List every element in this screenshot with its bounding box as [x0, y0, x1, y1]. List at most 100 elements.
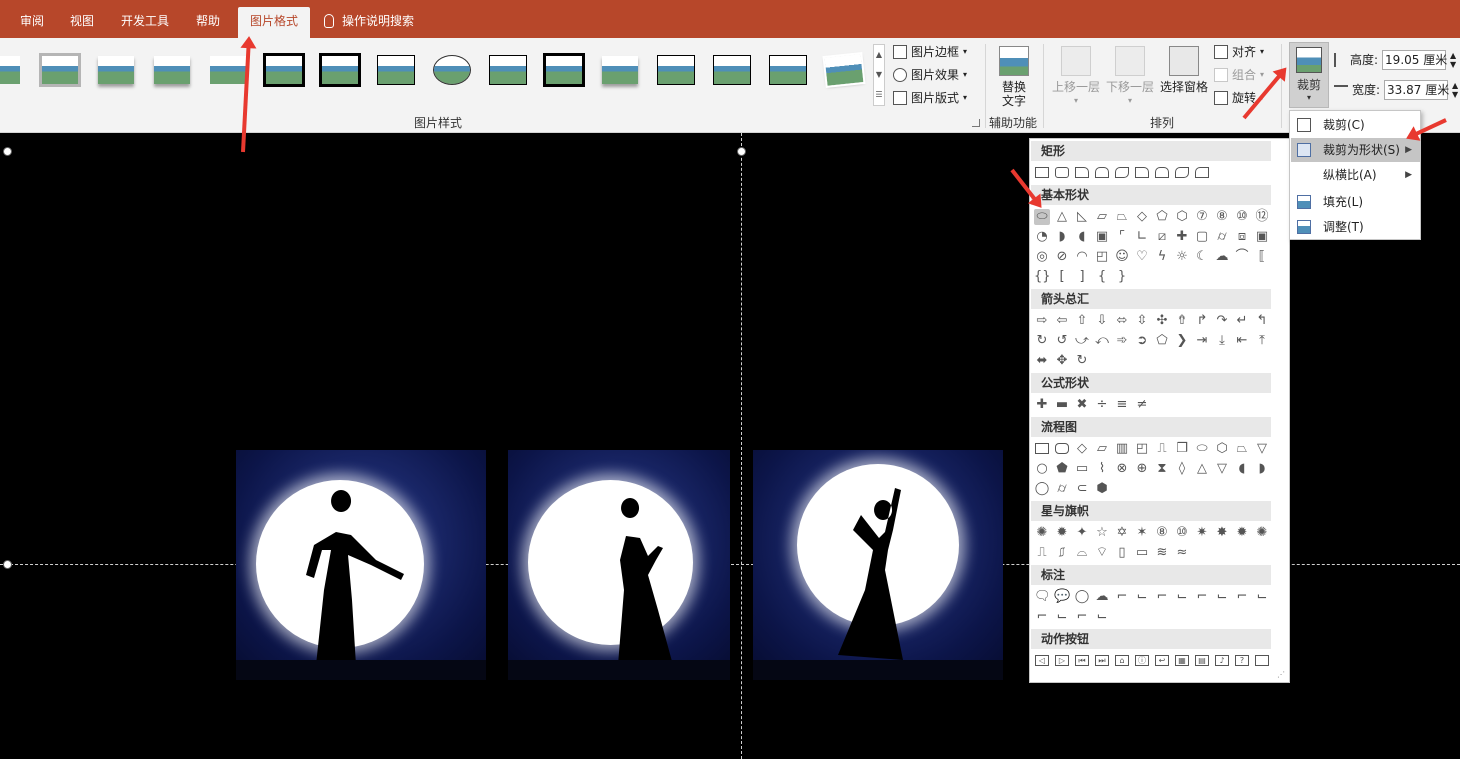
bent-up-arrow-shape[interactable]: ↰: [1254, 313, 1270, 329]
multiply-shape[interactable]: ✖: [1074, 397, 1090, 413]
line-callout-shape[interactable]: ⌙: [1174, 589, 1190, 605]
flowchart-document-shape[interactable]: ⎍: [1154, 441, 1170, 457]
ribbon-shape[interactable]: ⎍: [1034, 545, 1050, 561]
u-turn-arrow-shape[interactable]: ↷: [1214, 313, 1230, 329]
quad-arrow-shape[interactable]: ✣: [1154, 313, 1170, 329]
star-6-shape[interactable]: ✡: [1114, 525, 1130, 541]
no-symbol-shape[interactable]: ⊘: [1054, 249, 1070, 265]
diamond-shape[interactable]: ◇: [1134, 209, 1150, 225]
cube-shape[interactable]: ⧈: [1234, 229, 1250, 245]
right-arrow-shape[interactable]: ⇨: [1034, 313, 1050, 329]
horizontal-scroll-shape[interactable]: ▭: [1134, 545, 1150, 561]
quad-arrow-callout-shape[interactable]: ✥: [1054, 353, 1070, 369]
moon-shape[interactable]: ☾: [1194, 249, 1210, 265]
flowchart-terminator-shape[interactable]: ⬭: [1194, 441, 1210, 457]
dancer-photo-1[interactable]: [236, 450, 486, 680]
action-home-button-shape[interactable]: ⌂: [1115, 655, 1129, 666]
teardrop-shape[interactable]: ◖: [1074, 229, 1090, 245]
flowchart-data-shape[interactable]: ▱: [1094, 441, 1110, 457]
rectangle-shape[interactable]: [1035, 167, 1049, 178]
circular-arrow-shape[interactable]: ↻: [1074, 353, 1090, 369]
dancer-photo-2[interactable]: [508, 450, 730, 680]
picture-effects-button[interactable]: 图片效果 ▾: [893, 65, 967, 85]
right-bracket-shape[interactable]: ]: [1074, 269, 1090, 285]
picture-style-thumb[interactable]: [0, 52, 24, 88]
cloud-shape[interactable]: ☁: [1214, 249, 1230, 265]
wave-shape[interactable]: ≋: [1154, 545, 1170, 561]
tab-view[interactable]: 视图: [64, 9, 100, 33]
decagon-shape[interactable]: ⑩: [1234, 209, 1250, 225]
picture-style-thumb[interactable]: [542, 52, 586, 88]
oval-callout-shape[interactable]: ◯: [1074, 589, 1090, 605]
line-callout-shape[interactable]: ⌙: [1254, 589, 1270, 605]
dancer-photo-3[interactable]: [753, 450, 1003, 680]
curved-left-arrow-shape[interactable]: ↺: [1054, 333, 1070, 349]
down-arrow-callout-shape[interactable]: ⤓: [1214, 333, 1230, 349]
left-arrow-shape[interactable]: ⇦: [1054, 313, 1070, 329]
flowchart-magnetic-disk-shape[interactable]: ⌭: [1054, 481, 1070, 497]
action-information-button-shape[interactable]: ⓘ: [1135, 655, 1149, 666]
flowchart-preparation-shape[interactable]: ⬡: [1214, 441, 1230, 457]
flowchart-collate-shape[interactable]: ⧗: [1154, 461, 1170, 477]
curved-up-arrow-shape[interactable]: ⤻: [1074, 333, 1090, 349]
up-arrow-callout-shape[interactable]: ⤒: [1254, 333, 1270, 349]
double-wave-shape[interactable]: ≈: [1174, 545, 1190, 561]
flowchart-predefined-process-shape[interactable]: ▥: [1114, 441, 1130, 457]
resize-grip-icon[interactable]: ⋰: [1277, 670, 1285, 679]
folded-corner-shape[interactable]: ◰: [1094, 249, 1110, 265]
spinner-icon[interactable]: ▲ ▼: [1452, 81, 1458, 99]
line-callout-shape[interactable]: ⌐: [1114, 589, 1130, 605]
curved-right-arrow-shape[interactable]: ↻: [1034, 333, 1050, 349]
curved-down-arrow-shape[interactable]: ⤺: [1094, 333, 1110, 349]
round-rectangle-shape[interactable]: [1195, 167, 1209, 178]
equal-shape[interactable]: ≡: [1114, 397, 1130, 413]
not-equal-shape[interactable]: ≠: [1134, 397, 1150, 413]
flowchart-manual-input-shape[interactable]: ⏢: [1234, 441, 1250, 457]
tell-me-search[interactable]: 操作说明搜索: [324, 9, 414, 33]
flowchart-connector-shape[interactable]: ○: [1034, 461, 1050, 477]
star-7-shape[interactable]: ✶: [1134, 525, 1150, 541]
parallelogram-shape[interactable]: ▱: [1094, 209, 1110, 225]
flowchart-internal-storage-shape[interactable]: ◰: [1134, 441, 1150, 457]
picture-style-thumb[interactable]: [262, 52, 306, 88]
triangle-shape[interactable]: △: [1054, 209, 1070, 225]
picture-style-thumb[interactable]: [206, 52, 250, 88]
round-rectangle-shape[interactable]: [1155, 167, 1169, 178]
down-arrow-shape[interactable]: ⇩: [1094, 313, 1110, 329]
left-arrow-callout-shape[interactable]: ⇤: [1234, 333, 1250, 349]
flowchart-decision-shape[interactable]: ◇: [1074, 441, 1090, 457]
left-up-arrow-shape[interactable]: ↵: [1234, 313, 1250, 329]
cross-shape[interactable]: ✚: [1174, 229, 1190, 245]
l-shape[interactable]: ∟: [1134, 229, 1150, 245]
star-4-shape[interactable]: ✦: [1074, 525, 1090, 541]
right-triangle-shape[interactable]: ◺: [1074, 209, 1090, 225]
line-callout-shape[interactable]: ⌐: [1154, 589, 1170, 605]
line-callout-shape[interactable]: ⌙: [1054, 609, 1070, 625]
width-input[interactable]: 33.87 厘米: [1384, 80, 1449, 100]
picture-style-thumb[interactable]: [94, 52, 138, 88]
flowchart-stored-data-shape[interactable]: ◖: [1234, 461, 1250, 477]
curved-ribbon-shape[interactable]: ⌓: [1074, 545, 1090, 561]
action-sound-button-shape[interactable]: ♪: [1215, 655, 1229, 666]
arc-shape[interactable]: ⌒: [1234, 249, 1250, 265]
line-callout-shape[interactable]: ⌐: [1034, 609, 1050, 625]
pie-shape[interactable]: ◔: [1034, 229, 1050, 245]
up-down-arrow-shape[interactable]: ⇳: [1134, 313, 1150, 329]
height-input[interactable]: 19.05 厘米: [1382, 50, 1447, 70]
dodecagon-shape[interactable]: ⑫: [1254, 209, 1270, 225]
can-shape[interactable]: ⌭: [1214, 229, 1230, 245]
action-document-button-shape[interactable]: ▤: [1195, 655, 1209, 666]
bent-arrow-shape[interactable]: ↱: [1194, 313, 1210, 329]
hexagon-shape[interactable]: ⬡: [1174, 209, 1190, 225]
ribbon-shape[interactable]: ⎎: [1054, 545, 1070, 561]
selection-pane-button[interactable]: 选择窗格: [1158, 46, 1210, 94]
minus-shape[interactable]: ▬: [1054, 397, 1070, 413]
lightning-bolt-shape[interactable]: ϟ: [1154, 249, 1170, 265]
crop-button[interactable]: 裁剪 ▾: [1289, 42, 1329, 108]
right-brace-shape[interactable]: }: [1114, 269, 1130, 285]
picture-border-button[interactable]: 图片边框 ▾: [893, 42, 967, 62]
group-button[interactable]: 组合 ▾: [1214, 65, 1264, 85]
align-button[interactable]: 对齐 ▾: [1214, 42, 1264, 62]
picture-style-thumb[interactable]: [318, 52, 362, 88]
bevel-shape[interactable]: ▣: [1254, 229, 1270, 245]
